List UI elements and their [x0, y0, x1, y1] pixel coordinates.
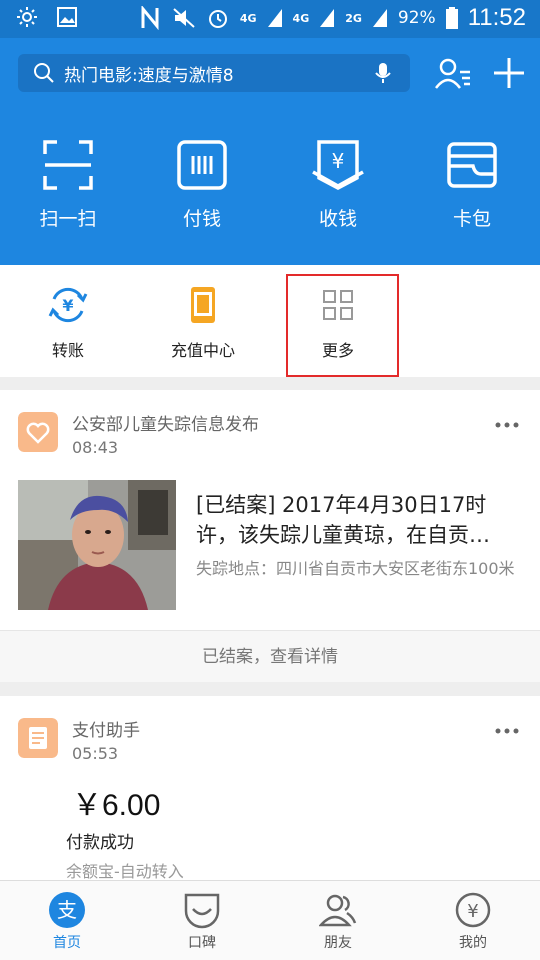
koubei-icon: [184, 893, 220, 929]
service-transfer[interactable]: ¥ 转账: [13, 285, 123, 361]
quick-action-label: 收钱: [318, 208, 357, 230]
svg-text:¥: ¥: [62, 296, 73, 315]
tab-label: 朋友: [324, 935, 352, 951]
receive-money-icon: ¥: [312, 140, 364, 190]
payment-amount: ￥6.00: [72, 789, 161, 822]
tab-koubei[interactable]: 口碑: [157, 891, 247, 952]
transfer-icon: ¥: [48, 287, 88, 323]
signal-icon: [267, 9, 282, 27]
more-options-icon[interactable]: [494, 420, 520, 430]
contacts-icon[interactable]: [432, 54, 472, 94]
friends-icon: [319, 894, 357, 927]
battery-icon: [445, 7, 458, 29]
card-headline: [已结案] 2017年4月30日17时许，该失踪儿童黄琼，在自贡…: [196, 493, 490, 547]
child-photo[interactable]: [18, 480, 176, 610]
quick-action-scan[interactable]: 扫一扫: [8, 138, 128, 238]
service-recharge[interactable]: 充值中心: [148, 285, 258, 361]
home-header: 热门电影:速度与激情8 扫一扫 付钱 ¥ 收钱 卡包: [0, 38, 540, 265]
network-type-b: 4G: [292, 11, 310, 25]
battery-percent: 92%: [397, 8, 436, 28]
card-source: 支付助手: [72, 721, 140, 741]
quick-action-label: 付钱: [182, 208, 221, 230]
payment-status: 付款成功: [66, 833, 134, 853]
bottom-tab-bar: 支 首页 口碑 朋友 ¥ 我的: [0, 880, 540, 960]
gallery-icon: [57, 7, 77, 27]
quick-action-label: 扫一扫: [39, 208, 97, 230]
pay-code-icon: [177, 140, 227, 190]
scan-icon: [43, 140, 93, 190]
quick-action-pay[interactable]: 付钱: [142, 138, 262, 238]
card-time: 08:43: [72, 438, 119, 457]
home-alipay-icon: 支: [49, 892, 85, 928]
feed-card-missing-child[interactable]: 公安部儿童失踪信息发布 08:43 [已结案] 2017年4月30日17时许，该…: [0, 390, 540, 682]
search-bar[interactable]: 热门电影:速度与激情8: [18, 54, 410, 92]
svg-text:支: 支: [57, 898, 77, 922]
mute-icon: [173, 8, 195, 28]
tab-home[interactable]: 支 首页: [22, 891, 112, 952]
tab-label: 我的: [459, 935, 487, 951]
microphone-icon[interactable]: [372, 61, 394, 85]
svg-text:¥: ¥: [467, 901, 478, 922]
status-bar: 4G 4G 2G 92% 11:52: [0, 0, 540, 38]
quick-action-receive[interactable]: ¥ 收钱: [278, 138, 398, 238]
more-options-icon[interactable]: [494, 726, 520, 736]
clock: 11:52: [467, 4, 526, 31]
document-badge-icon: [18, 718, 58, 758]
nfc-icon: [141, 6, 159, 30]
phone-recharge-icon: [191, 287, 215, 323]
view-details-link[interactable]: 已结案，查看详情: [0, 630, 540, 682]
quick-action-label: 卡包: [452, 208, 491, 230]
service-label: 转账: [51, 341, 84, 360]
alarm-icon: [208, 10, 227, 28]
brightness-icon: [17, 7, 37, 27]
quick-action-cards[interactable]: 卡包: [412, 138, 532, 238]
feed-card-payment[interactable]: 支付助手 05:53 ￥6.00 付款成功 余额宝-自动转入: [0, 696, 540, 881]
card-wallet-icon: [447, 142, 497, 188]
network-type-c: 2G: [345, 11, 362, 25]
heart-badge-icon: [18, 412, 58, 452]
tab-friends[interactable]: 朋友: [293, 891, 383, 952]
tab-profile[interactable]: ¥ 我的: [428, 891, 518, 952]
tab-label: 首页: [53, 935, 81, 951]
services-grid: ¥ 转账 充值中心 更多: [0, 265, 540, 377]
payment-detail: 余额宝-自动转入: [66, 862, 184, 881]
card-source: 公安部儿童失踪信息发布: [72, 415, 259, 435]
card-time: 05:53: [72, 744, 119, 763]
search-placeholder: 热门电影:速度与激情8: [64, 65, 234, 86]
svg-text:¥: ¥: [332, 149, 345, 173]
tab-label: 口碑: [188, 935, 216, 951]
signal-icon: [372, 9, 387, 27]
service-label: 充值中心: [170, 341, 235, 360]
profile-yuan-icon: ¥: [455, 892, 491, 928]
search-icon: [34, 63, 54, 83]
card-location: 失踪地点：四川省自贡市大安区老街东100米: [196, 559, 515, 578]
signal-icon: [320, 9, 335, 27]
network-type-a: 4G: [239, 11, 257, 25]
highlight-box: [286, 274, 399, 377]
add-icon[interactable]: [492, 56, 526, 90]
